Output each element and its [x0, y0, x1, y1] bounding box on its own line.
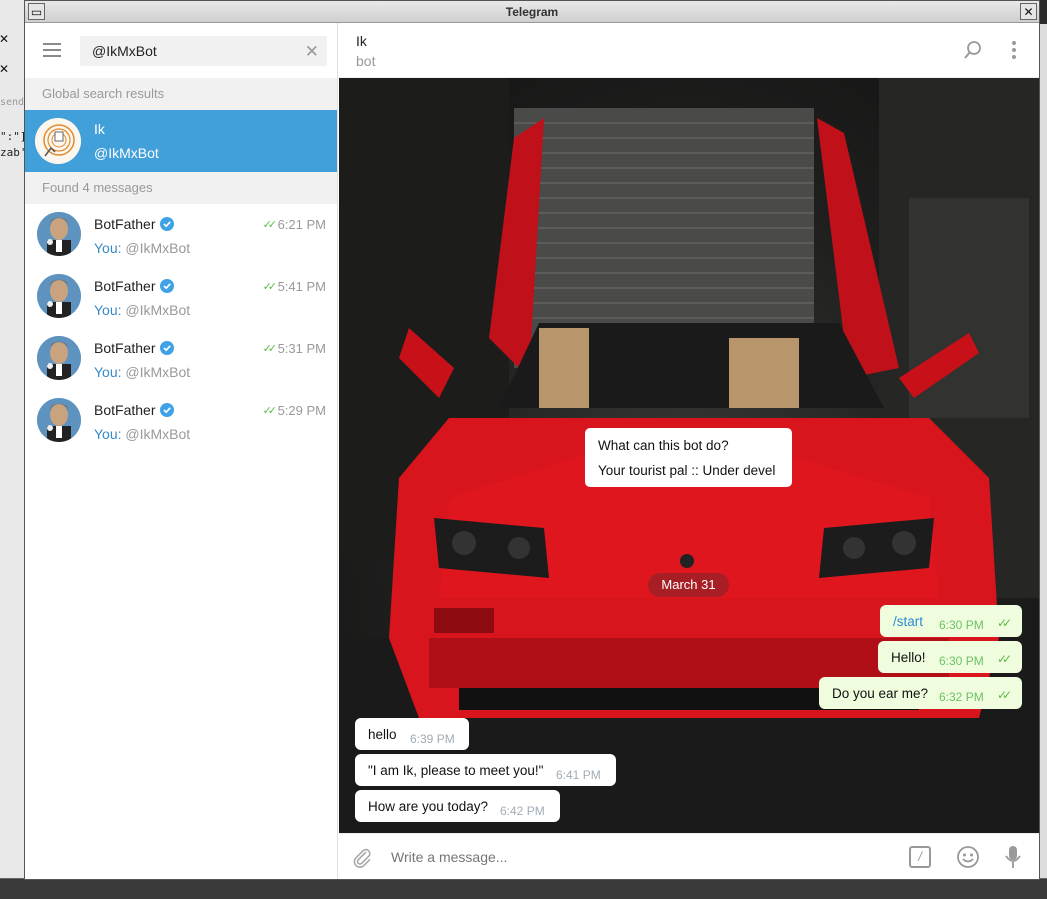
- message-text: "I am Ik, please to meet you!": [368, 763, 544, 778]
- you-label: You:: [94, 240, 122, 256]
- message-text[interactable]: /start: [893, 614, 923, 629]
- preview-text: @IkMxBot: [125, 364, 191, 380]
- verified-icon: [160, 403, 174, 417]
- message-time: 5:41 PM: [277, 279, 326, 294]
- search-icon[interactable]: [963, 40, 983, 65]
- chat-name: BotFather: [94, 340, 156, 356]
- outgoing-message[interactable]: Do you ear me? 6:32 PM ✓✓: [819, 677, 1022, 709]
- message-text: hello: [368, 727, 397, 742]
- chat-panel: Ik bot What can this bot do? Your touris…: [339, 23, 1039, 879]
- search-box: ✕: [80, 36, 327, 66]
- botfather-avatar: [37, 212, 81, 256]
- attach-icon[interactable]: [351, 846, 373, 873]
- sidebar: ✕ Global search results Ik @IkMxBot Foun…: [25, 23, 338, 879]
- message-preview: You: @IkMxBot: [94, 426, 190, 442]
- found-messages-label: Found 4 messages: [25, 172, 337, 204]
- background-text: ":"]: [0, 130, 26, 143]
- message-text: Hello!: [891, 650, 926, 665]
- incoming-message[interactable]: "I am Ik, please to meet you!" 6:41 PM: [355, 754, 616, 786]
- hamburger-menu-icon[interactable]: [43, 43, 61, 57]
- botfather-avatar: [37, 398, 81, 442]
- double-check-icon: ✓✓: [997, 688, 1012, 702]
- message-preview: You: @IkMxBot: [94, 364, 190, 380]
- search-input[interactable]: [80, 36, 280, 66]
- bot-commands-icon[interactable]: /: [909, 846, 931, 868]
- window-title: Telegram: [505, 5, 559, 19]
- message-time: 6:39 PM: [410, 732, 455, 746]
- verified-icon: [160, 279, 174, 293]
- incoming-message[interactable]: hello 6:39 PM: [355, 718, 469, 750]
- message-input[interactable]: [391, 842, 891, 872]
- message-results-list: BotFather ✓✓ 6:21 PM You: @IkMxBot BotFather…: [25, 204, 337, 452]
- window-menu-icon[interactable]: ▭: [28, 3, 45, 20]
- double-check-icon: ✓✓: [262, 343, 278, 355]
- message-result-item[interactable]: BotFather ✓✓ 5:41 PM You: @IkMxBot: [25, 266, 337, 328]
- message-time: 5:31 PM: [277, 341, 326, 356]
- title-bar: Telegram ▭ ✕: [25, 1, 1039, 23]
- botfather-avatar: [37, 274, 81, 318]
- global-result-item[interactable]: Ik @IkMxBot: [25, 110, 337, 172]
- incoming-message[interactable]: How are you today? 6:42 PM: [355, 790, 560, 822]
- you-label: You:: [94, 364, 122, 380]
- date-separator: March 31: [648, 573, 729, 597]
- background-text: zab': [0, 146, 26, 159]
- telegram-window: Telegram ▭ ✕ ✕ Global search results: [24, 0, 1040, 880]
- verified-icon: [160, 217, 174, 231]
- close-icon: ✕: [0, 32, 10, 46]
- message-time: 6:30 PM: [939, 654, 984, 668]
- background-app: ✕ ✕ send ":"] zab': [0, 0, 26, 899]
- bot-info-description: Your tourist pal :: Under devel: [598, 463, 776, 478]
- bot-avatar: [35, 118, 81, 164]
- chat-wallpaper: What can this bot do? Your tourist pal :…: [339, 78, 1039, 833]
- message-time: 6:30 PM: [939, 618, 984, 632]
- message-preview: You: @IkMxBot: [94, 302, 190, 318]
- close-icon: ✕: [0, 62, 10, 76]
- message-time: 6:41 PM: [556, 768, 601, 782]
- message-text: Do you ear me?: [832, 686, 929, 701]
- outgoing-message[interactable]: /start 6:30 PM ✓✓: [880, 605, 1022, 637]
- message-result-item[interactable]: BotFather ✓✓ 6:21 PM You: @IkMxBot: [25, 204, 337, 266]
- compose-bar: /: [339, 833, 1039, 879]
- message-time: 6:42 PM: [500, 804, 545, 818]
- message-time: 6:21 PM: [277, 217, 326, 232]
- double-check-icon: ✓✓: [262, 405, 278, 417]
- more-options-icon[interactable]: [1011, 40, 1017, 65]
- you-label: You:: [94, 426, 122, 442]
- double-check-icon: ✓✓: [997, 652, 1012, 666]
- message-result-item[interactable]: BotFather ✓✓ 5:29 PM You: @IkMxBot: [25, 390, 337, 452]
- chat-name: BotFather: [94, 278, 156, 294]
- preview-text: @IkMxBot: [125, 426, 191, 442]
- preview-text: @IkMxBot: [125, 240, 191, 256]
- message-text: How are you today?: [368, 799, 489, 814]
- peer-status: bot: [356, 53, 376, 69]
- result-handle: @IkMxBot: [94, 145, 159, 161]
- botfather-avatar: [37, 336, 81, 380]
- chat-name: BotFather: [94, 216, 156, 232]
- double-check-icon: ✓✓: [262, 219, 278, 231]
- peer-name[interactable]: Ik: [356, 33, 367, 49]
- bot-info-title: What can this bot do?: [598, 438, 729, 453]
- bot-info-card: What can this bot do? Your tourist pal :…: [585, 428, 792, 487]
- clear-search-icon[interactable]: ✕: [305, 42, 319, 62]
- global-search-label: Global search results: [25, 78, 337, 110]
- chat-name: BotFather: [94, 402, 156, 418]
- background-text: send: [0, 97, 25, 108]
- chat-header: Ik bot: [339, 23, 1039, 78]
- you-label: You:: [94, 302, 122, 318]
- sidebar-header: ✕: [25, 23, 337, 78]
- message-preview: You: @IkMxBot: [94, 240, 190, 256]
- preview-text: @IkMxBot: [125, 302, 191, 318]
- taskbar: [0, 878, 1047, 899]
- outgoing-message[interactable]: Hello! 6:30 PM ✓✓: [878, 641, 1022, 673]
- emoji-icon[interactable]: [956, 845, 980, 874]
- message-time: 5:29 PM: [277, 403, 326, 418]
- result-name: Ik: [94, 121, 105, 137]
- message-result-item[interactable]: BotFather ✓✓ 5:31 PM You: @IkMxBot: [25, 328, 337, 390]
- microphone-icon[interactable]: [1005, 845, 1021, 874]
- message-time: 6:32 PM: [939, 690, 984, 704]
- close-window-button[interactable]: ✕: [1020, 3, 1037, 20]
- double-check-icon: ✓✓: [997, 616, 1012, 630]
- verified-icon: [160, 341, 174, 355]
- double-check-icon: ✓✓: [262, 281, 278, 293]
